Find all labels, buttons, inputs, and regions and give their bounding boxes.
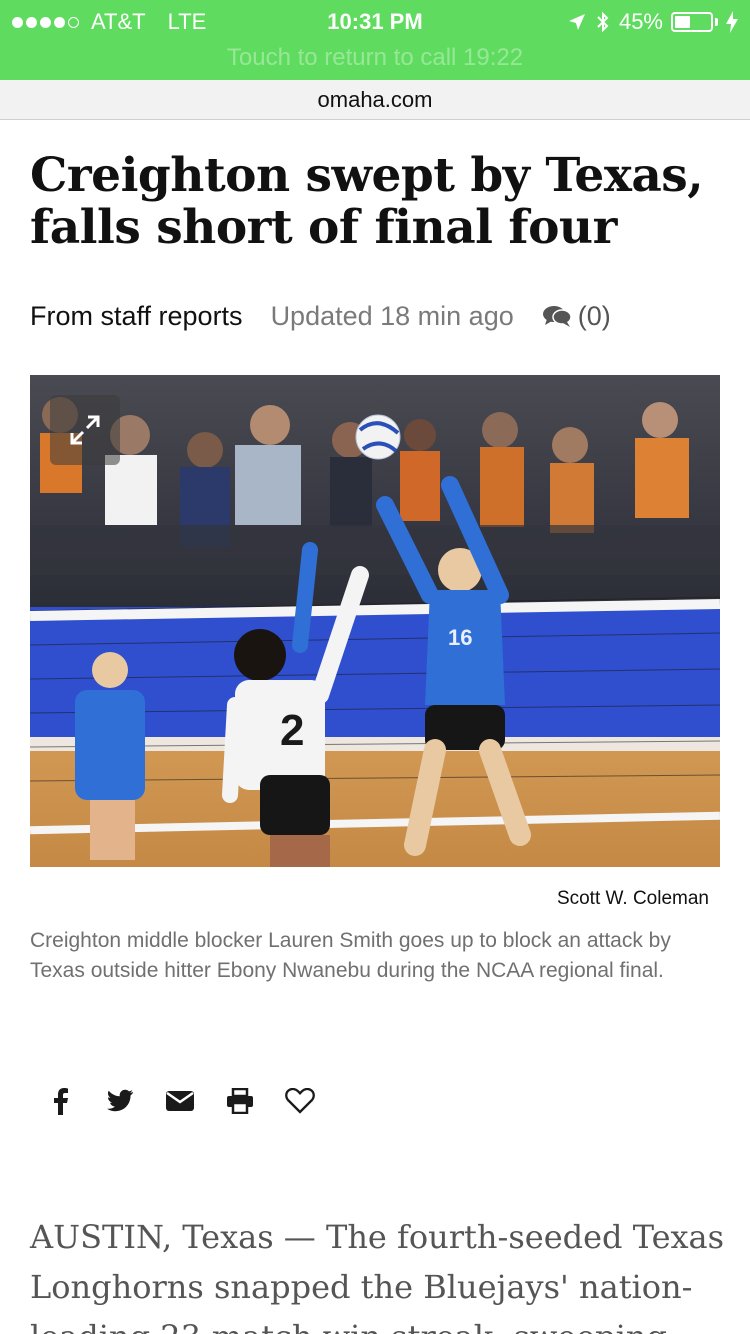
comment-count: (0) xyxy=(577,300,611,331)
battery-icon xyxy=(671,12,713,32)
return-to-call-banner[interactable]: Touch to return to call 19:22 xyxy=(0,44,750,72)
volleyball xyxy=(355,414,401,460)
svg-text:16: 16 xyxy=(448,625,472,650)
battery-percentage: 45% xyxy=(618,9,663,34)
facebook-icon[interactable] xyxy=(45,1086,75,1116)
photo-caption: Creighton middle blocker Lauren Smith go… xyxy=(30,929,671,982)
photo-credit: Scott W. Coleman xyxy=(556,888,709,909)
print-icon[interactable] xyxy=(225,1086,255,1116)
location-arrow-icon xyxy=(568,14,585,30)
article-photo[interactable]: 2 16 xyxy=(30,375,720,867)
share-toolbar xyxy=(45,1086,315,1116)
address-bar[interactable]: omaha.com xyxy=(0,80,750,120)
author: From staff reports xyxy=(30,300,243,331)
byline: From staff reports Updated 18 min ago (0… xyxy=(30,298,611,334)
twitter-icon[interactable] xyxy=(105,1086,135,1116)
email-icon[interactable] xyxy=(165,1086,195,1116)
svg-text:2: 2 xyxy=(280,706,304,755)
expand-photo-button[interactable] xyxy=(50,395,120,465)
heart-icon[interactable] xyxy=(285,1086,315,1116)
charging-bolt-icon xyxy=(726,11,738,33)
article-headline: Creighton swept by Texas, falls short of… xyxy=(30,148,704,255)
article-body: AUSTIN, Texas — The fourth-seeded Texas … xyxy=(30,1218,725,1334)
updated-time: Updated 18 min ago xyxy=(270,300,514,331)
comment-bubbles-icon xyxy=(542,306,572,327)
status-bar: AT&T LTE 10:31 PM 45% Touch to return to… xyxy=(0,0,750,80)
expand-icon xyxy=(70,415,100,445)
comments-link[interactable]: (0) xyxy=(542,301,611,332)
bluetooth-icon xyxy=(597,11,609,33)
